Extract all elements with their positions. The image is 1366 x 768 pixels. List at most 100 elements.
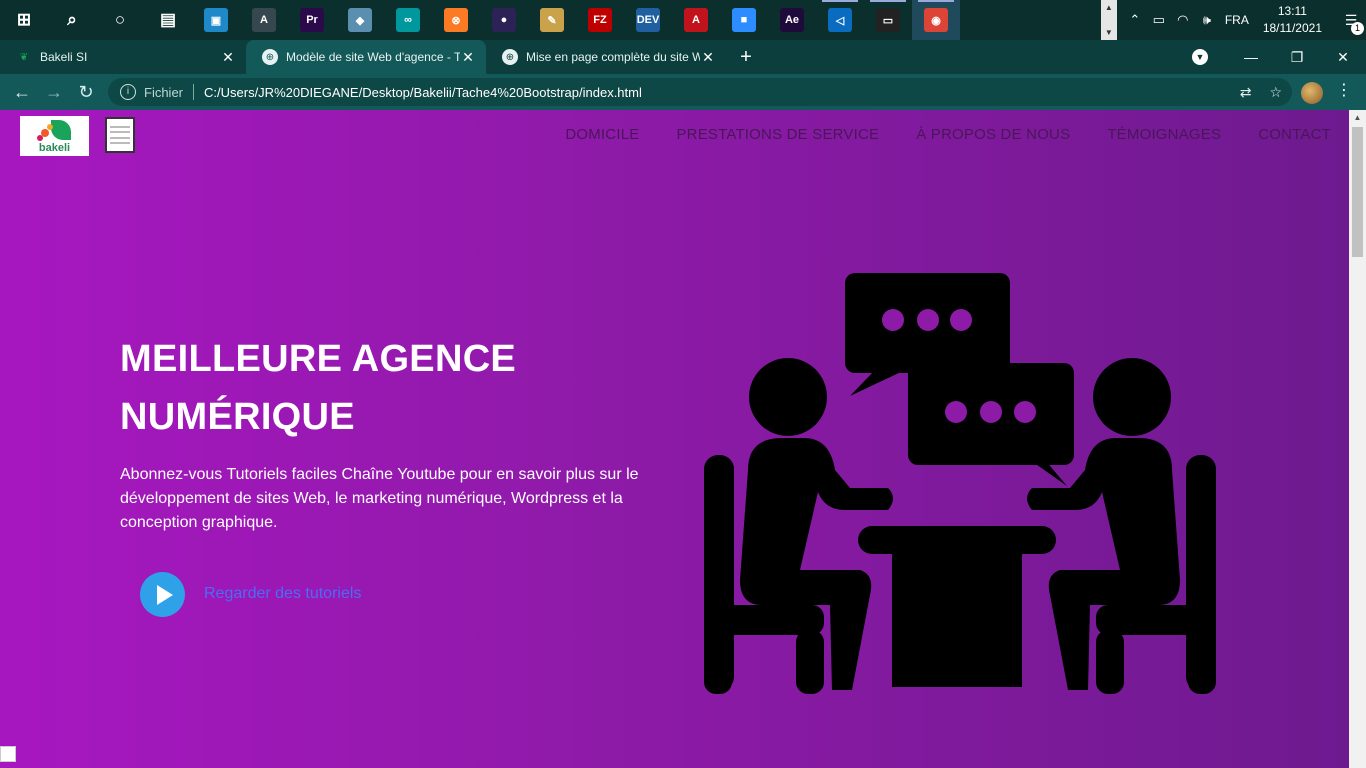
wifi-icon[interactable]: ◠ xyxy=(1171,12,1195,28)
page-viewport: bakeli DOMICILE PRESTATIONS DE SERVICE À… xyxy=(0,110,1349,768)
taskbar-after-effects-icon[interactable]: Ae xyxy=(768,0,816,40)
reload-icon[interactable]: ↻ xyxy=(70,76,102,108)
battery-icon[interactable]: ▭ xyxy=(1147,12,1171,28)
nav-link-contact[interactable]: CONTACT xyxy=(1258,126,1331,143)
scroll-up-icon[interactable]: ▲ xyxy=(1349,110,1366,126)
after-effects-icon: Ae xyxy=(780,8,804,32)
globe-icon: ⊕ xyxy=(502,49,518,65)
nav-link-testimonials[interactable]: TÉMOIGNAGES xyxy=(1107,126,1221,143)
tray-scroll[interactable]: ▲ ▼ xyxy=(1100,0,1117,40)
scroll-thumb[interactable] xyxy=(1352,127,1363,257)
minimize-icon[interactable]: — xyxy=(1228,49,1274,65)
xampp-icon: ⊗ xyxy=(444,8,468,32)
hero-title-line: NUMÉRIQUE xyxy=(120,396,355,438)
windows-taskbar: ⊞ ⌕ ○ ▤ ▣ A Pr ◆ ∞ ⊗ ● ✎ FZ DEV A ■ Ae ◁ ▭ ◉ ▲ ▼ ⌃ ▭ ◠ 🕪 FRA… xyxy=(0,0,1366,40)
taskbar-filezilla-icon[interactable]: FZ xyxy=(576,0,624,40)
forward-icon[interactable]: → xyxy=(38,76,70,108)
restore-icon[interactable]: ❐ xyxy=(1274,49,1320,66)
play-button[interactable] xyxy=(140,572,185,617)
notification-count: 1 xyxy=(1351,21,1364,35)
taskbar-terminal-icon[interactable]: ▭ xyxy=(864,0,912,40)
nav-link-home[interactable]: DOMICILE xyxy=(565,126,639,143)
terminal-icon: ▭ xyxy=(876,8,900,32)
new-tab-button[interactable]: + xyxy=(726,40,766,74)
bakeli-logo[interactable]: bakeli xyxy=(20,116,89,156)
zoom-icon: ■ xyxy=(732,8,756,32)
start-icon: ⊞ xyxy=(16,10,32,29)
dev-cpp-icon: DEV xyxy=(636,8,660,32)
app-8-icon: ✎ xyxy=(540,8,564,32)
hero-title: MEILLEURE AGENCE NUMÉRIQUE xyxy=(120,330,640,446)
bakeli-favicon-icon: ❦ xyxy=(19,51,29,63)
taskbar-vscode-icon[interactable]: ◁ xyxy=(816,0,864,40)
omnibox-actions: ⇄ ☆ xyxy=(1240,84,1282,101)
tab-title: Bakeli SI xyxy=(40,50,88,64)
back-icon[interactable]: ← xyxy=(6,76,38,108)
logo-mark-icon xyxy=(35,119,75,143)
url-text[interactable]: C:/Users/JR%20DIEGANE/Desktop/Bakelii/Ta… xyxy=(204,85,642,100)
taskbar-premiere-icon[interactable]: Pr xyxy=(288,0,336,40)
app-2-icon: A xyxy=(252,8,276,32)
brand-name: bakeli xyxy=(38,141,71,154)
site-nav: DOMICILE PRESTATIONS DE SERVICE À PROPOS… xyxy=(565,126,1331,143)
close-window-icon[interactable]: ✕ xyxy=(1320,49,1366,66)
chrome-icon: ◉ xyxy=(924,8,948,32)
hero-title-line: MEILLEURE AGENCE xyxy=(120,338,517,380)
taskbar-start-icon[interactable]: ⊞ xyxy=(0,0,48,40)
taskbar-xampp-icon[interactable]: ⊗ xyxy=(432,0,480,40)
search-icon: ⌕ xyxy=(67,10,77,29)
tab-agency-template[interactable]: ⊕ Modèle de site Web d'agence - T ✕ xyxy=(246,40,486,74)
navbar-toggler-button[interactable] xyxy=(105,117,135,153)
chevron-up-icon[interactable]: ⌃ xyxy=(1123,12,1147,28)
taskbar-cortana-icon[interactable]: ○ xyxy=(96,0,144,40)
page-scrollbar[interactable]: ▲ xyxy=(1349,110,1366,768)
tab-full-layout[interactable]: ⊕ Mise en page complète du site W ✕ xyxy=(486,40,726,74)
arduino-icon: ∞ xyxy=(396,8,420,32)
taskbar-app-1-icon[interactable]: ▣ xyxy=(192,0,240,40)
bookmark-star-icon[interactable]: ☆ xyxy=(1269,84,1282,101)
taskbar-app-2-icon[interactable]: A xyxy=(240,0,288,40)
translate-icon[interactable]: ⇄ xyxy=(1240,84,1252,101)
taskbar-zoom-icon[interactable]: ■ xyxy=(720,0,768,40)
clock-date: 18/11/2021 xyxy=(1262,21,1322,35)
volume-icon[interactable]: 🕪 xyxy=(1195,12,1219,28)
nav-link-about[interactable]: À PROPOS DE NOUS xyxy=(916,126,1070,143)
browser-menu-icon[interactable]: ⋮ xyxy=(1336,80,1352,100)
filezilla-icon: FZ xyxy=(588,8,612,32)
taskbar-acrobat-icon[interactable]: A xyxy=(672,0,720,40)
tab-bakeli[interactable]: ❦ Bakeli SI ✕ xyxy=(0,40,246,74)
clock[interactable]: 13:11 18/11/2021 xyxy=(1263,3,1322,37)
play-icon xyxy=(156,584,173,605)
language-indicator[interactable]: FRA xyxy=(1225,13,1249,27)
task-view-icon: ▤ xyxy=(159,10,177,29)
nav-link-services[interactable]: PRESTATIONS DE SERVICE xyxy=(676,126,879,143)
taskbar-dev-cpp-icon[interactable]: DEV xyxy=(624,0,672,40)
url-scheme: Fichier xyxy=(144,84,184,100)
browser-tabstrip: ❦ Bakeli SI ✕ ⊕ Modèle de site Web d'age… xyxy=(0,40,1366,74)
broken-image-icon xyxy=(0,746,16,762)
taskbar-eclipse-icon[interactable]: ● xyxy=(480,0,528,40)
taskbar-app-8-icon[interactable]: ✎ xyxy=(528,0,576,40)
close-tab-icon[interactable]: ✕ xyxy=(220,49,236,66)
acrobat-icon: A xyxy=(684,8,708,32)
taskbar-chrome-icon[interactable]: ◉ xyxy=(912,0,960,40)
taskbar-search-icon[interactable]: ⌕ xyxy=(48,0,96,40)
meeting-illustration xyxy=(704,273,1216,694)
taskbar-task-view-icon[interactable]: ▤ xyxy=(144,0,192,40)
close-tab-icon[interactable]: ✕ xyxy=(460,49,476,66)
taskbar-arduino-icon[interactable]: ∞ xyxy=(384,0,432,40)
taskbar-apps: ⊞ ⌕ ○ ▤ ▣ A Pr ◆ ∞ ⊗ ● ✎ FZ DEV A ■ Ae ◁ ▭ ◉ xyxy=(0,0,960,40)
hero-description: Abonnez-vous Tutoriels faciles Chaîne Yo… xyxy=(120,466,639,531)
premiere-icon: Pr xyxy=(300,8,324,32)
clock-time: 13:11 xyxy=(1277,4,1307,18)
close-tab-icon[interactable]: ✕ xyxy=(700,49,716,66)
watch-tutorials-link[interactable]: Regarder des tutoriels xyxy=(204,585,361,603)
taskbar-app-4-icon[interactable]: ◆ xyxy=(336,0,384,40)
eclipse-icon: ● xyxy=(492,8,516,32)
profile-avatar[interactable] xyxy=(1301,82,1323,104)
info-icon[interactable]: i xyxy=(120,84,136,100)
tab-search-icon[interactable]: ▼ xyxy=(1192,49,1208,65)
notification-icon[interactable]: ☰ 1 xyxy=(1336,12,1366,35)
address-bar[interactable]: i Fichier C:/Users/JR%20DIEGANE/Desktop/… xyxy=(108,78,1292,106)
tab-title: Mise en page complète du site W xyxy=(526,50,700,64)
